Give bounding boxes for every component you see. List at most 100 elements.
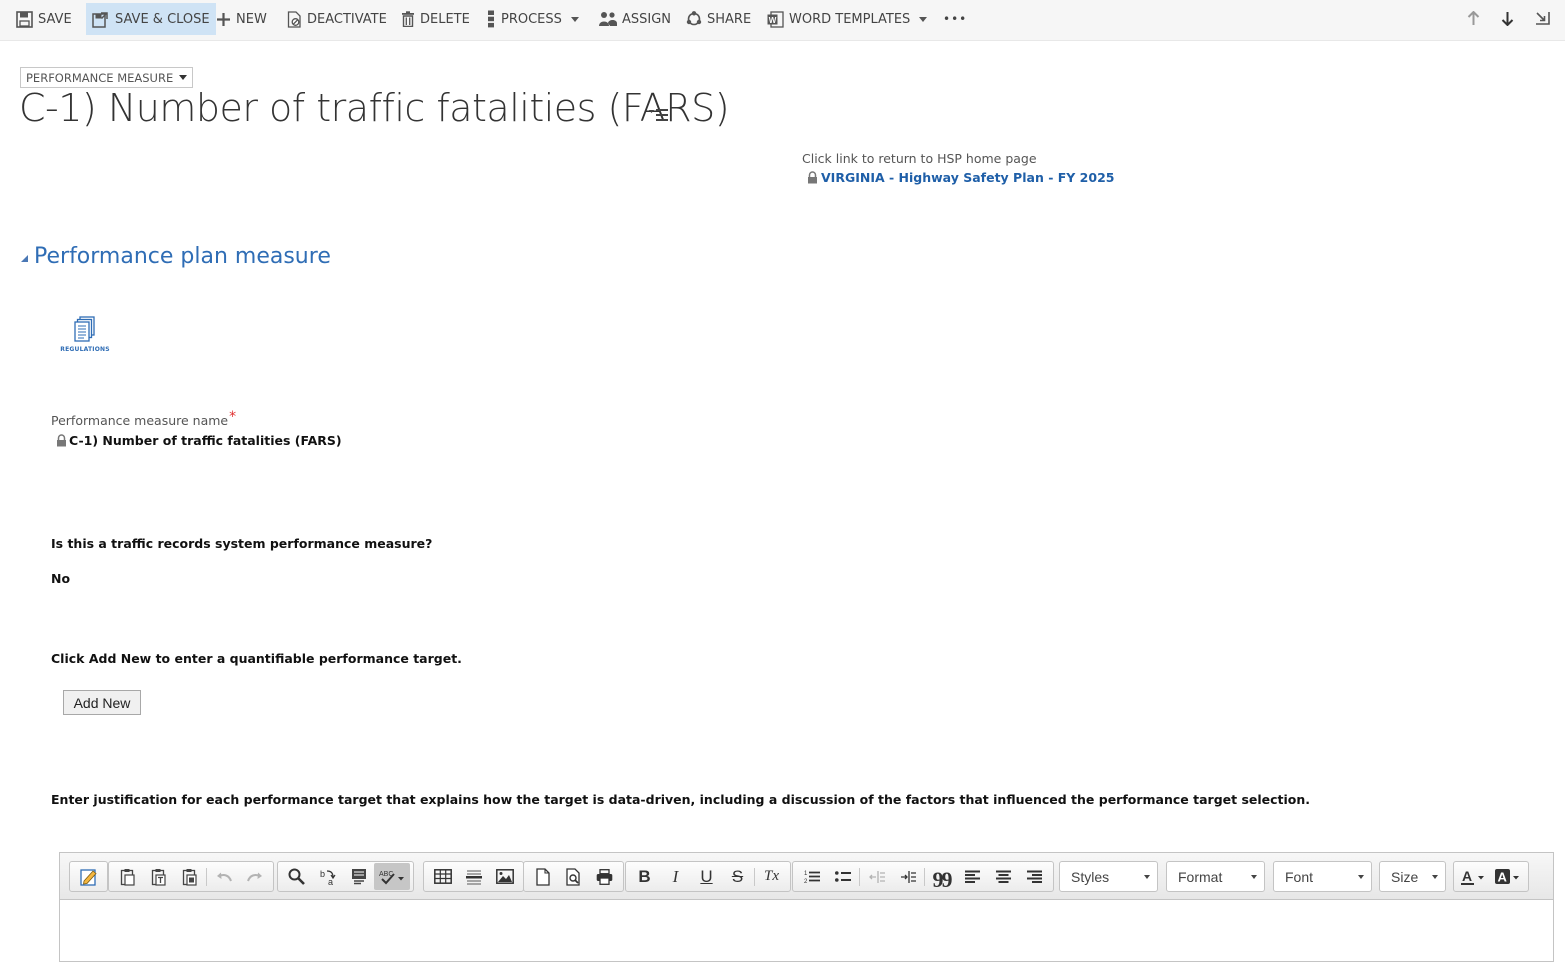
print-button[interactable] bbox=[589, 863, 620, 890]
save-button[interactable]: SAVE bbox=[16, 3, 72, 35]
process-icon bbox=[488, 10, 494, 28]
assign-button[interactable]: ASSIGN bbox=[599, 3, 671, 35]
numbered-list-button[interactable]: 12 bbox=[796, 863, 827, 890]
search-icon bbox=[288, 868, 305, 885]
redo-button[interactable] bbox=[239, 863, 270, 890]
traffic-records-answer[interactable]: No bbox=[51, 571, 70, 586]
list-menu-icon[interactable] bbox=[649, 108, 669, 122]
word-templates-button[interactable]: W WORD TEMPLATES bbox=[767, 3, 928, 35]
add-new-button[interactable]: Add New bbox=[63, 690, 141, 715]
hsp-home-link-text: VIRGINIA - Highway Safety Plan - FY 2025 bbox=[821, 170, 1115, 185]
justification-editor: ba ABC B I U S Tx 1 2 99 Styles Format F… bbox=[59, 852, 1554, 962]
svg-text:A: A bbox=[1462, 868, 1472, 884]
justification-prompt: Enter justification for each performance… bbox=[51, 792, 1311, 807]
svg-text:a: a bbox=[328, 877, 333, 886]
spellcheck-icon: ABC bbox=[379, 871, 404, 884]
increase-indent-button[interactable] bbox=[892, 863, 923, 890]
new-button[interactable]: NEW bbox=[216, 3, 267, 35]
undo-button[interactable] bbox=[208, 863, 239, 890]
word-templates-label: WORD TEMPLATES bbox=[789, 11, 911, 27]
deactivate-button[interactable]: DEACTIVATE bbox=[287, 3, 387, 35]
previous-record-button[interactable] bbox=[1463, 8, 1483, 28]
toolbar-separator bbox=[754, 867, 755, 886]
share-label: SHARE bbox=[707, 11, 752, 27]
svg-text:b: b bbox=[320, 869, 325, 879]
chevron-down-icon bbox=[919, 16, 928, 22]
styles-dropdown[interactable]: Styles bbox=[1059, 861, 1158, 892]
section-title[interactable]: Performance plan measure bbox=[34, 244, 331, 269]
next-record-button[interactable] bbox=[1497, 8, 1517, 28]
regulations-icon bbox=[74, 316, 95, 342]
share-icon bbox=[686, 11, 702, 26]
editor-group-colors: A A bbox=[1453, 861, 1529, 892]
new-label: NEW bbox=[236, 11, 267, 27]
traffic-records-question: Is this a traffic records system perform… bbox=[51, 536, 433, 551]
edit-source-button[interactable] bbox=[73, 863, 104, 890]
format-dropdown[interactable]: Format bbox=[1166, 861, 1265, 892]
size-dropdown[interactable]: Size bbox=[1379, 861, 1446, 892]
text-color-button[interactable]: A bbox=[1457, 863, 1491, 890]
process-button[interactable]: PROCESS bbox=[486, 3, 579, 35]
hsp-home-link[interactable]: VIRGINIA - Highway Safety Plan - FY 2025 bbox=[807, 170, 1114, 185]
section-collapse-toggle[interactable] bbox=[21, 255, 28, 262]
paste-word-button[interactable] bbox=[174, 863, 205, 890]
assign-label: ASSIGN bbox=[622, 11, 672, 27]
arrow-up-icon bbox=[1467, 10, 1479, 25]
insert-table-button[interactable] bbox=[427, 863, 458, 890]
blockquote-button[interactable]: 99 bbox=[926, 863, 957, 892]
indent-icon bbox=[900, 870, 916, 883]
save-and-close-button[interactable]: SAVE & CLOSE bbox=[86, 3, 216, 35]
font-dropdown[interactable]: Font bbox=[1273, 861, 1372, 892]
preview-button[interactable] bbox=[558, 863, 589, 890]
horizontal-line-button[interactable] bbox=[458, 863, 489, 890]
chevron-down-icon bbox=[570, 16, 579, 22]
toolbar-separator bbox=[206, 867, 207, 886]
bulleted-list-button[interactable] bbox=[827, 863, 858, 890]
paste-text-button[interactable] bbox=[143, 863, 174, 890]
align-center-icon bbox=[996, 870, 1011, 883]
find-button[interactable] bbox=[281, 863, 312, 890]
chevron-down-icon bbox=[1432, 875, 1438, 879]
command-bar: SAVE SAVE & CLOSE NEW DEACTIVATE DELETE … bbox=[0, 0, 1565, 41]
strikethrough-button[interactable]: S bbox=[722, 863, 753, 890]
paste-icon bbox=[120, 868, 135, 886]
plus-icon bbox=[217, 12, 230, 26]
select-all-icon bbox=[351, 868, 366, 884]
print-icon bbox=[596, 868, 613, 885]
replace-button[interactable]: ba bbox=[312, 863, 343, 890]
background-color-button[interactable]: A bbox=[1491, 863, 1525, 890]
align-center-button[interactable] bbox=[988, 863, 1019, 890]
process-label: PROCESS bbox=[501, 11, 562, 27]
pop-out-button[interactable] bbox=[1532, 8, 1552, 28]
svg-text:2: 2 bbox=[804, 879, 808, 884]
horizontal-line-icon bbox=[465, 869, 482, 885]
svg-text:A: A bbox=[1498, 869, 1508, 884]
entity-form-selector[interactable]: PERFORMANCE MEASURE bbox=[20, 67, 194, 88]
underline-button[interactable]: U bbox=[691, 863, 722, 890]
paste-button[interactable] bbox=[112, 863, 143, 890]
outdent-icon bbox=[868, 870, 885, 883]
remove-format-button[interactable]: Tx bbox=[756, 863, 787, 890]
regulations-link[interactable]: REGULATIONS bbox=[60, 316, 110, 353]
share-button[interactable]: SHARE bbox=[686, 3, 751, 35]
entity-type-label: PERFORMANCE MEASURE bbox=[26, 70, 174, 85]
redo-icon bbox=[246, 872, 262, 881]
insert-image-button[interactable] bbox=[489, 863, 520, 890]
toolbar-separator bbox=[859, 867, 860, 886]
deactivate-label: DEACTIVATE bbox=[307, 11, 387, 27]
spellcheck-button[interactable]: ABC bbox=[374, 863, 410, 890]
delete-button[interactable]: DELETE bbox=[401, 3, 470, 35]
arrow-down-icon bbox=[1501, 11, 1513, 26]
select-all-button[interactable] bbox=[343, 863, 374, 890]
assign-icon bbox=[599, 12, 617, 26]
align-right-button[interactable] bbox=[1019, 863, 1050, 890]
undo-icon bbox=[216, 872, 232, 881]
align-left-button[interactable] bbox=[957, 863, 988, 890]
italic-button[interactable]: I bbox=[660, 863, 691, 890]
more-commands-button[interactable]: ••• bbox=[943, 3, 967, 35]
toolbar-separator bbox=[924, 867, 925, 886]
bold-button[interactable]: B bbox=[629, 863, 660, 890]
new-page-button[interactable] bbox=[527, 863, 558, 890]
decrease-indent-button[interactable] bbox=[861, 863, 892, 890]
align-left-icon bbox=[965, 870, 980, 883]
